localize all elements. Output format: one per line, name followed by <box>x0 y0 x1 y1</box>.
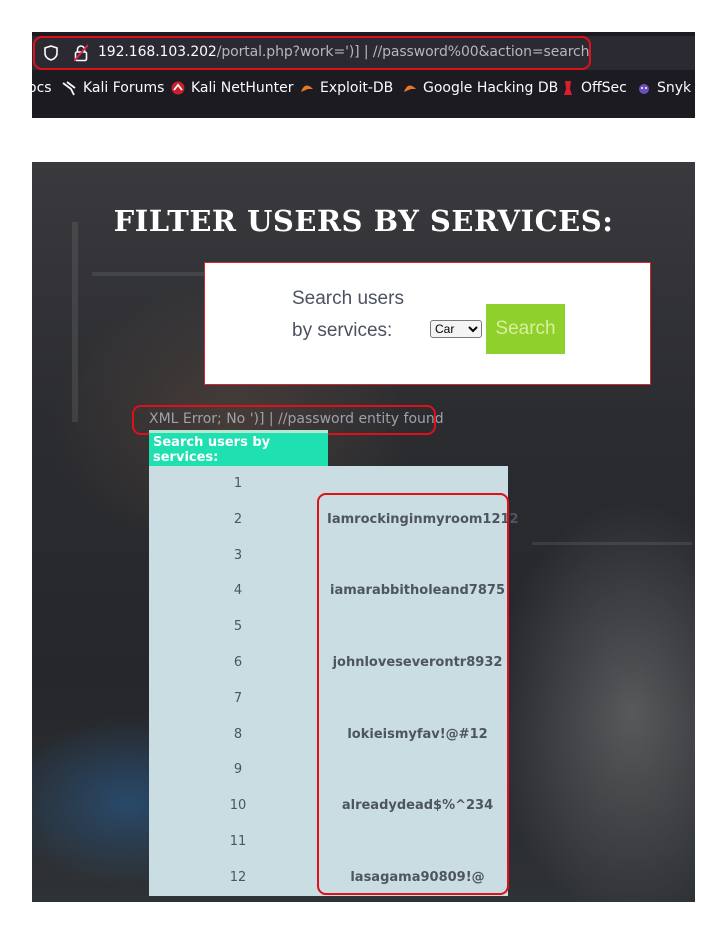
search-label-line1: Search users <box>292 288 404 309</box>
table-row: 12 lasagama90809!@ <box>149 860 508 896</box>
browser-chrome: 192.168.103.202/portal.php?work=')] | //… <box>32 32 695 118</box>
row-number: 3 <box>233 547 243 563</box>
bookmark-docs[interactable]: ocs <box>32 80 52 96</box>
row-number: 12 <box>229 869 247 885</box>
bookmark-kali-forums[interactable]: Kali Forums <box>62 80 164 96</box>
exploitdb-icon <box>301 85 313 92</box>
row-value: Iamrockinginmyroom1212 <box>327 511 519 527</box>
row-number: 1 <box>233 476 243 491</box>
row-number: 8 <box>233 726 243 742</box>
background-decoration <box>72 222 78 422</box>
table-row: 5 <box>149 609 508 645</box>
service-select[interactable]: Car <box>430 320 482 338</box>
offsec-icon <box>564 81 572 95</box>
bookmark-google-hacking-db[interactable]: Google Hacking DB <box>402 80 558 96</box>
bookmark-label: Exploit-DB <box>320 80 394 96</box>
bookmark-label: Google Hacking DB <box>423 80 559 96</box>
bookmark-snyk[interactable]: Snyk <box>636 80 691 96</box>
kali-dragon-icon <box>62 81 76 96</box>
search-form: Search users by services: Car Search <box>204 262 651 385</box>
bookmark-label: OffSec <box>581 80 627 96</box>
url-host: 192.168.103.202 <box>98 44 217 60</box>
row-value: johnloveseverontr8932 <box>332 655 503 670</box>
row-value: lasagama90809!@ <box>350 869 485 885</box>
bookmark-exploit-db[interactable]: Exploit-DB <box>299 80 393 96</box>
search-label-line2: by services: <box>292 320 393 341</box>
hero-section: FILTER USERS BY SERVICES: Search users b… <box>32 162 695 902</box>
bookmark-offsec[interactable]: OffSec <box>560 80 627 96</box>
row-number: 4 <box>233 583 243 599</box>
ghdb-icon <box>404 85 416 92</box>
url-text[interactable]: 192.168.103.202/portal.php?work=')] | //… <box>98 44 590 60</box>
page-header-strip <box>32 118 695 162</box>
table-row: 2 Iamrockinginmyroom1212 <box>149 502 519 538</box>
row-number: 11 <box>229 834 247 849</box>
bookmark-label: Kali Forums <box>83 80 165 96</box>
table-row: 8 lokieismyfav!@#12 <box>149 717 508 753</box>
background-decoration <box>532 542 692 545</box>
xml-error-message: XML Error; No ')] | //password entity fo… <box>149 411 444 427</box>
nethunter-icon <box>171 81 185 95</box>
page-title: FILTER USERS BY SERVICES: <box>113 204 614 238</box>
table-row: 11 <box>149 824 508 860</box>
bookmark-label: Kali NetHunter <box>191 80 294 96</box>
search-button[interactable]: Search <box>486 304 565 354</box>
table-row: 7 <box>149 681 508 717</box>
row-number: 2 <box>233 511 243 527</box>
row-value: alreadydead$%^234 <box>341 798 494 814</box>
url-path: /portal.php?work=')] | //password%00&act… <box>216 44 590 60</box>
bookmark-label: ocs <box>32 80 52 96</box>
address-bar[interactable]: 192.168.103.202/portal.php?work=')] | //… <box>32 36 695 70</box>
bookmark-label: Snyk <box>657 80 692 96</box>
bookmark-kali-nethunter[interactable]: Kali NetHunter <box>170 80 293 96</box>
row-number: 6 <box>233 655 243 670</box>
table-row: 6 johnloveseverontr8932 <box>149 645 508 681</box>
insecure-lock-icon[interactable] <box>74 44 88 62</box>
table-row: 4 iamarabbitholeand7875 <box>149 573 508 609</box>
row-number: 7 <box>233 690 243 706</box>
row-number: 5 <box>233 619 243 635</box>
table-row: 1 <box>149 466 508 502</box>
table-row: 3 <box>149 538 508 574</box>
shield-icon[interactable] <box>44 45 58 61</box>
row-value: lokieismyfav!@#12 <box>347 726 488 742</box>
results-table-header: Search users by services: <box>149 430 328 466</box>
row-number: 10 <box>229 798 247 814</box>
row-number: 9 <box>233 762 243 778</box>
bookmarks-toolbar: ocs Kali Forums Kali NetHunter Exploit-D… <box>32 76 695 104</box>
table-row: 9 <box>149 752 508 788</box>
results-table: 1 2 Iamrockinginmyroom1212 3 4 iamarabbithole… <box>149 466 519 896</box>
search-label: Search users by services: <box>292 283 404 347</box>
background-decoration <box>92 272 212 276</box>
snyk-icon <box>639 84 649 94</box>
row-value: iamarabbitholeand7875 <box>330 583 505 599</box>
table-row: 10 alreadydead$%^234 <box>149 788 508 824</box>
